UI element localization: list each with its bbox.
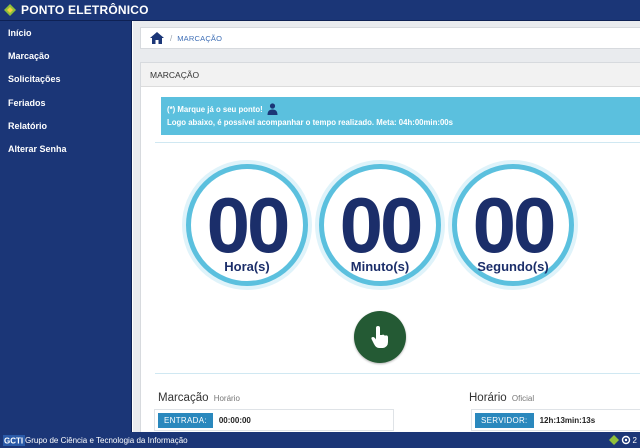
entrada-row: ENTRADA: 00:00:00: [154, 409, 394, 431]
sidebar-item-solicitacoes[interactable]: Solicitações: [0, 68, 131, 91]
sidebar-item-inicio[interactable]: Início: [0, 21, 131, 44]
alert-line-1-text: (*) Marque já o seu ponto!: [167, 105, 263, 114]
breadcrumb-separator: /: [170, 33, 173, 43]
divider: [155, 142, 640, 143]
home-icon[interactable]: [150, 32, 164, 44]
divider-bottom: [155, 373, 640, 374]
panel-title: MARCAÇÃO: [141, 63, 640, 87]
diamond-logo-icon: [4, 4, 16, 16]
hours-counter: 00 Hora(s): [186, 164, 308, 286]
horario-section-title: Horário Oficial: [469, 392, 534, 404]
marcacao-title: Marcação: [158, 392, 209, 404]
entrada-label: ENTRADA:: [158, 412, 213, 428]
breadcrumb-current[interactable]: MARCAÇÃO: [177, 34, 222, 43]
marcacao-panel: MARCAÇÃO (*) Marque já o seu ponto! Logo…: [140, 62, 640, 432]
breadcrumb: / MARCAÇÃO: [140, 27, 640, 49]
hours-value: 00: [206, 181, 291, 269]
horario-title: Horário: [469, 392, 507, 404]
diamond-icon: [608, 435, 619, 445]
sidebar: Início Marcação Solicitações Feriados Re…: [0, 21, 132, 432]
gcti-logo: GCTI: [3, 434, 25, 446]
servidor-row: SERVIDOR: 12h:13min:13s: [471, 409, 640, 431]
sidebar-item-relatorio[interactable]: Relatório: [0, 114, 131, 137]
svg-text:GCTI: GCTI: [4, 436, 23, 445]
minutes-value: 00: [339, 181, 424, 269]
sidebar-item-marcacao[interactable]: Marcação: [0, 44, 131, 67]
footer-right-text: 2: [632, 435, 637, 445]
sidebar-item-feriados[interactable]: Feriados: [0, 91, 131, 114]
horario-subtitle: Oficial: [511, 394, 535, 403]
footer-right: 2: [608, 435, 637, 445]
marcacao-subtitle: Horário: [213, 394, 240, 403]
alert-box: (*) Marque já o seu ponto! Logo abaixo, …: [158, 97, 640, 135]
footer-text: Grupo de Ciência e Tecnologia da Informa…: [25, 435, 188, 445]
marcacao-section-title: Marcação Horário: [158, 392, 240, 404]
sidebar-item-alterar-senha[interactable]: Alterar Senha: [0, 137, 131, 160]
entrada-value: 00:00:00: [218, 415, 251, 425]
main-content: / MARCAÇÃO MARCAÇÃO (*) Marque já o seu …: [133, 21, 640, 432]
servidor-label: SERVIDOR:: [475, 412, 534, 428]
app-title: PONTO ELETRÔNICO: [21, 3, 149, 17]
alert-line-2: Logo abaixo, é possível acompanhar o tem…: [167, 118, 453, 127]
user-icon: [267, 103, 278, 115]
top-bar: PONTO ELETRÔNICO: [0, 0, 640, 21]
servidor-value: 12h:13min:13s: [539, 415, 596, 425]
hand-pointer-icon: [371, 326, 388, 348]
minutes-counter: 00 Minuto(s): [319, 164, 441, 286]
gear-icon[interactable]: [621, 435, 631, 445]
footer: GCTI Grupo de Ciência e Tecnologia da In…: [0, 432, 640, 448]
alert-line-1: (*) Marque já o seu ponto!: [167, 103, 640, 116]
seconds-value: 00: [472, 181, 557, 269]
seconds-counter: 00 Segundo(s): [452, 164, 574, 286]
punch-clock-button[interactable]: [354, 311, 406, 363]
